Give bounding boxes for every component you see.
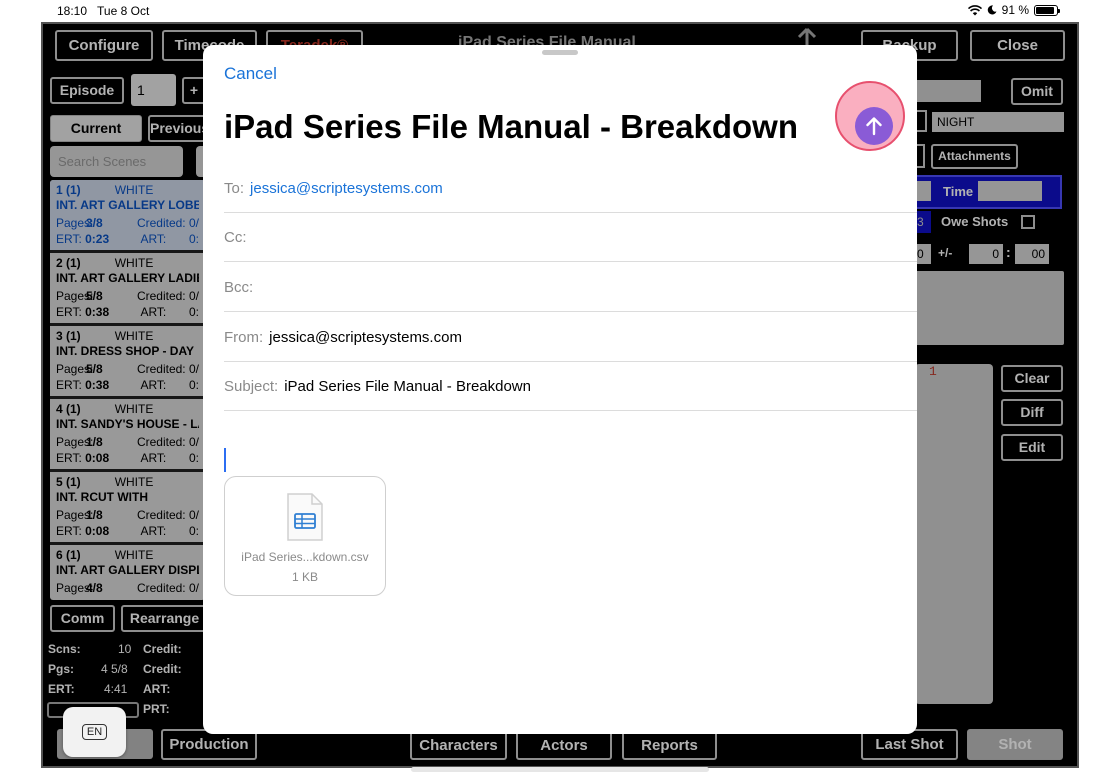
status-right: 91 % [967, 3, 1060, 17]
actors-button[interactable]: Actors [516, 731, 612, 760]
time-field[interactable] [978, 181, 1042, 201]
line-number: 1 [929, 364, 937, 379]
comm-button[interactable]: Comm [50, 605, 115, 632]
owe-shots-checkbox[interactable] [1021, 215, 1035, 229]
battery-percent: 91 % [1001, 3, 1029, 17]
list-item[interactable]: 5 (1) WHITE INT. RCUT WITH Pages: 1/8 Credi… [50, 472, 205, 545]
to-recipient[interactable]: jessica@scriptesystems.com [250, 180, 443, 197]
episode-field[interactable]: 1 [131, 74, 176, 106]
edit-button[interactable]: Edit [1001, 434, 1063, 461]
mail-compose-sheet: Cancel iPad Series File Manual - Breakdo… [203, 45, 917, 734]
subject-label: Subject: [224, 377, 279, 395]
from-field[interactable]: From: jessica@scriptesystems.com [224, 313, 917, 362]
list-item[interactable]: 2 (1) WHITE INT. ART GALLERY LADIES Pages… [50, 253, 205, 326]
plusminus-label: +/- [938, 246, 953, 260]
diff-button[interactable]: Diff [1001, 399, 1063, 426]
owe-shots-label: Owe Shots [941, 214, 1009, 229]
wifi-icon [967, 4, 982, 15]
keyboard-language-label: EN [81, 724, 108, 740]
compose-title: iPad Series File Manual - Breakdown [224, 108, 799, 145]
bcc-field[interactable]: Bcc: [224, 263, 917, 312]
scene-list[interactable]: 1 (1) WHITE INT. ART GALLERY LOBBY Pages:… [50, 180, 205, 600]
cc-field[interactable]: Cc: [224, 213, 917, 262]
arrow-up-icon [866, 117, 882, 136]
lined-script-area[interactable] [915, 364, 993, 704]
sheet-grabber[interactable] [542, 50, 578, 55]
tab-previous[interactable]: Previous [148, 115, 208, 142]
attachment-size: 1 KB [291, 570, 318, 584]
time-label: Time [943, 184, 974, 199]
colon: : [1006, 244, 1011, 260]
status-time: 18:10 Tue 8 Oct [57, 4, 150, 18]
bg-number: 3 [915, 211, 931, 233]
from-value: jessica@scriptesystems.com [269, 328, 462, 346]
cc-label: Cc: [224, 228, 247, 246]
battery-icon [1034, 4, 1060, 16]
bcc-label: Bcc: [224, 278, 254, 296]
cancel-button[interactable]: Cancel [224, 64, 277, 84]
spreadsheet-file-icon [287, 493, 323, 541]
home-indicator[interactable] [411, 767, 709, 772]
list-item[interactable]: 4 (1) WHITE INT. SANDY'S HOUSE - LA Pages… [50, 399, 205, 472]
seconds-field[interactable]: 00 [1015, 244, 1049, 264]
configure-button[interactable]: Configure [55, 30, 153, 61]
close-button[interactable]: Close [970, 30, 1065, 61]
subject-field[interactable]: Subject: iPad Series File Manual - Break… [224, 362, 917, 411]
bg-field [915, 181, 931, 201]
attachments-button[interactable]: Attachments [931, 144, 1018, 169]
keyboard-language-button[interactable]: EN [63, 707, 126, 757]
reports-button[interactable]: Reports [622, 731, 717, 760]
shot-button[interactable]: Shot [967, 729, 1063, 760]
search-scenes-input[interactable]: Search Scenes [50, 146, 183, 177]
attachment-card[interactable]: iPad Series...kdown.csv 1 KB [224, 476, 386, 596]
send-button[interactable] [855, 107, 893, 145]
tab-current[interactable]: Current [50, 115, 142, 142]
bg-field: 0 [915, 244, 931, 264]
time-of-day-field[interactable]: NIGHT [932, 112, 1064, 132]
bg-field [915, 80, 981, 102]
omit-button[interactable]: Omit [1011, 78, 1063, 105]
rearrange-button[interactable]: Rearrange [121, 605, 208, 632]
moon-icon [987, 5, 997, 15]
list-item[interactable]: 3 (1) WHITE INT. DRESS SHOP - DAY Pages: 5… [50, 326, 205, 399]
characters-button[interactable]: Characters [410, 731, 507, 760]
minutes-field[interactable]: 0 [969, 244, 1003, 264]
episode-label: Episode [50, 77, 124, 104]
list-item[interactable]: 6 (1)WHITE INT. ART GALLERY DISPLAY Page… [50, 545, 205, 600]
to-label: To: [224, 179, 245, 197]
subject-value: iPad Series File Manual - Breakdown [284, 377, 531, 395]
clear-button[interactable]: Clear [1001, 365, 1063, 392]
list-item[interactable]: 1 (1) WHITE INT. ART GALLERY LOBBY Pages:… [50, 180, 205, 253]
from-label: From: [224, 328, 264, 346]
to-field[interactable]: To: jessica@scriptesystems.com [224, 164, 917, 213]
notes-field[interactable] [915, 271, 1064, 345]
upload-icon[interactable] [795, 27, 819, 47]
attachment-filename: iPad Series...kdown.csv [241, 550, 369, 564]
status-bar: 18:10 Tue 8 Oct 91 % [0, 0, 1120, 22]
body-text-cursor[interactable] [224, 448, 226, 472]
